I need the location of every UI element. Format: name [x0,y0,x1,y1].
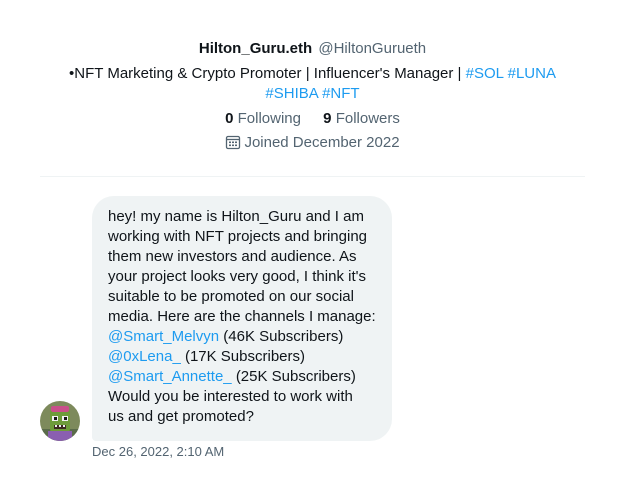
message-line: them new investors and audience. As [108,248,357,265]
following-count: 0 [225,110,234,127]
following-link[interactable]: 0 Following [225,108,301,130]
calendar-icon [225,134,241,157]
followers-count: 9 [323,110,332,127]
display-name[interactable]: Hilton_Guru.eth [199,40,312,57]
message-line: suitable to be promoted on our social [108,288,354,305]
message-line: hey! my name is Hilton_Guru and I am [108,208,364,225]
channel-line: @Smart_Annette_ (25K Subscribers) [108,367,376,387]
message-bubble[interactable]: hey! my name is Hilton_Guru and I am wor… [92,196,392,441]
hashtag-link[interactable]: #NFT [322,85,360,102]
message-line: working with NFT projects and bringing [108,228,368,245]
mention-link[interactable]: @0xLena_ [108,348,181,365]
profile-bio: •NFT Marketing & Crypto Promoter | Influ… [63,64,563,104]
mention-link[interactable]: @Smart_Annette_ [108,368,232,385]
profile-divider [40,176,585,177]
message-timestamp: Dec 26, 2022, 2:10 AM [92,444,225,459]
sender-avatar[interactable] [40,401,80,441]
followers-link[interactable]: 9 Followers [323,108,400,130]
channel-subscribers: (17K Subscribers) [184,348,305,365]
profile-header: Hilton_Guru.eth @HiltonGurueth •NFT Mark… [0,38,625,157]
bio-text: •NFT Marketing & Crypto Promoter | Influ… [69,65,462,82]
hashtag-link[interactable]: #SHIBA [265,85,318,102]
user-handle[interactable]: @HiltonGurueth [318,40,426,57]
channel-subscribers: (25K Subscribers) [235,368,356,385]
joined-text: Joined December 2022 [244,134,400,151]
message-line: Would you be interested to work with [108,388,353,405]
profile-name-line: Hilton_Guru.eth @HiltonGurueth [0,38,625,60]
profile-stats: 0 Following 9 Followers [0,108,625,130]
hashtag-link[interactable]: #LUNA [508,65,556,82]
hashtag-link[interactable]: #SOL [466,65,504,82]
channel-line: @Smart_Melvyn (46K Subscribers) [108,327,376,347]
channel-line: @0xLena_ (17K Subscribers) [108,347,376,367]
mention-link[interactable]: @Smart_Melvyn [108,328,219,345]
message-line: your project looks very good, I think it… [108,268,366,285]
message-line: media. Here are the channels I manage: [108,308,376,325]
following-label: Following [237,110,301,127]
message-line: us and get promoted? [108,408,254,425]
channel-subscribers: (46K Subscribers) [223,328,344,345]
joined-date: Joined December 2022 [0,132,625,157]
followers-label: Followers [335,110,400,127]
